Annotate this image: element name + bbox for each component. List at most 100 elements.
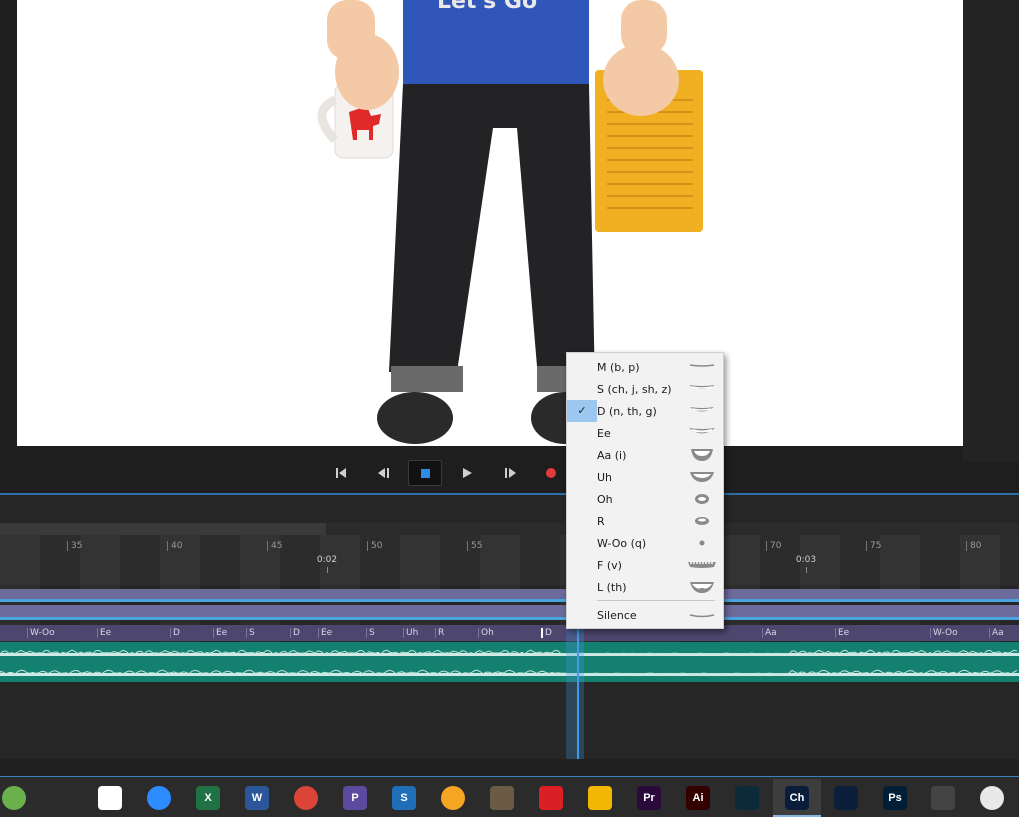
mouth-shape-icon: [685, 580, 719, 594]
frame-tick: 75: [866, 541, 881, 551]
android-studio-icon[interactable]: [2, 786, 26, 810]
viseme-bar[interactable]: D: [170, 628, 180, 638]
viseme-bar[interactable]: Ee: [97, 628, 111, 638]
track-divider: [0, 617, 1019, 620]
viseme-bar[interactable]: Ee: [213, 628, 227, 638]
frame-tick: 55: [467, 541, 482, 551]
play-button[interactable]: [453, 462, 481, 484]
timeline-panel[interactable]: 35 40 45 50 55 70 75 80 0:02 0:03 W-Oo E…: [0, 495, 1019, 776]
go-to-start-button[interactable]: [327, 462, 355, 484]
viseme-context-menu: M (b, p) S (ch, j, sh, z) ✓ D (n, th, g) Ee A…: [566, 352, 724, 629]
viseme-track[interactable]: W-Oo Ee D Ee S D Ee S Uh R Oh D Aa Ee W-…: [0, 625, 1019, 641]
viseme-bar[interactable]: S: [366, 628, 375, 638]
frame-tick: 80: [966, 541, 981, 551]
viseme-bar[interactable]: W-Oo: [27, 628, 55, 638]
scene-stage[interactable]: Let's Go: [17, 0, 963, 446]
cascadeur-icon[interactable]: [50, 786, 74, 810]
menu-item-viseme[interactable]: Ee: [567, 422, 723, 444]
seconds-tick: [327, 567, 328, 573]
checkmark-icon: ✓: [567, 400, 597, 422]
frame-tick: 40: [167, 541, 182, 551]
seconds-tick: [806, 567, 807, 573]
frame-tick: 45: [267, 541, 282, 551]
menu-item-label: M (b, p): [597, 360, 640, 374]
character-animator-icon[interactable]: Ch: [785, 786, 809, 810]
p-app-icon[interactable]: P: [343, 786, 367, 810]
seconds-label: 0:02: [316, 555, 338, 565]
mouth-shape-icon: [685, 404, 719, 418]
menu-item-viseme[interactable]: M (b, p): [567, 356, 723, 378]
menu-item-label: D (n, th, g): [597, 404, 657, 418]
viseme-bar[interactable]: Uh: [403, 628, 418, 638]
empty-track-area[interactable]: [0, 682, 1019, 759]
menu-item-label: S (ch, j, sh, z): [597, 382, 672, 396]
menu-item-viseme[interactable]: F (v): [567, 554, 723, 576]
slack-icon[interactable]: [98, 786, 122, 810]
skip-back-icon: [336, 468, 346, 478]
menu-item-viseme[interactable]: Uh: [567, 466, 723, 488]
step-forward-icon: [505, 468, 516, 478]
character-animator-window: Let's Go 35 40 45 50 55 70 75 80 0:02 0:…: [0, 0, 1019, 817]
grid-app-icon[interactable]: [588, 786, 612, 810]
puppet-track-bar[interactable]: [0, 589, 1019, 599]
mouth-shape-icon: [685, 470, 719, 484]
zoom-icon[interactable]: [147, 786, 171, 810]
viseme-bar[interactable]: Aa: [762, 628, 777, 638]
snagit-icon[interactable]: S: [392, 786, 416, 810]
viseme-bar[interactable]: Oh: [478, 628, 494, 638]
stop-button[interactable]: [408, 460, 442, 486]
menu-item-viseme[interactable]: ✓ D (n, th, g): [567, 400, 723, 422]
menu-separator: [597, 600, 715, 601]
menu-item-viseme[interactable]: L (th): [567, 576, 723, 598]
viseme-bar[interactable]: W-Oo: [930, 628, 958, 638]
creative-cloud-icon[interactable]: [539, 786, 563, 810]
menu-item-label: R: [597, 514, 605, 528]
work-area-range[interactable]: [0, 523, 326, 535]
character-animator-butterfly-icon[interactable]: [735, 786, 759, 810]
yellow-circle-icon[interactable]: [441, 786, 465, 810]
mouth-shape-icon: [685, 558, 719, 572]
viseme-bar[interactable]: Ee: [318, 628, 332, 638]
menu-item-viseme[interactable]: R: [567, 510, 723, 532]
chrome-icon[interactable]: [294, 786, 318, 810]
illustrator-icon[interactable]: Ai: [686, 786, 710, 810]
menu-item-label: Silence: [597, 608, 637, 622]
viseme-bar[interactable]: S: [246, 628, 255, 638]
stop-icon: [420, 468, 430, 478]
transport-controls: [0, 456, 1019, 492]
playhead[interactable]: [577, 625, 579, 759]
mouth-shape-icon: [685, 492, 719, 506]
viseme-bar[interactable]: R: [435, 628, 444, 638]
next-frame-button[interactable]: [496, 462, 524, 484]
play-icon: [463, 468, 472, 478]
word-icon[interactable]: W: [245, 786, 269, 810]
menu-item-viseme[interactable]: W-Oo (q): [567, 532, 723, 554]
previous-frame-button[interactable]: [370, 462, 398, 484]
record-icon: [546, 468, 556, 478]
photoshop-icon[interactable]: Ps: [883, 786, 907, 810]
menu-item-viseme[interactable]: S (ch, j, sh, z): [567, 378, 723, 400]
premiere-icon[interactable]: Pr: [637, 786, 661, 810]
menu-item-label: F (v): [597, 558, 622, 572]
excel-icon[interactable]: X: [196, 786, 220, 810]
viseme-bar[interactable]: D: [290, 628, 300, 638]
viseme-bar[interactable]: Ee: [835, 628, 849, 638]
gimp-icon[interactable]: [490, 786, 514, 810]
mouth-shape-icon: [685, 536, 719, 550]
timeline-scrollbar[interactable]: [0, 759, 1019, 776]
step-back-icon: [378, 468, 389, 478]
lip-sync-track-bar[interactable]: [0, 605, 1019, 617]
wifi-app-icon[interactable]: [931, 786, 955, 810]
waveform-graphic: [0, 649, 1019, 676]
current-frame-highlight: [566, 625, 584, 759]
record-button[interactable]: [537, 462, 565, 484]
menu-item-viseme[interactable]: Oh: [567, 488, 723, 510]
clock-icon[interactable]: [980, 786, 1004, 810]
menu-item-silence[interactable]: Silence: [567, 604, 723, 626]
mouth-shape-icon: [685, 448, 719, 462]
viseme-bar[interactable]: Aa: [989, 628, 1004, 638]
media-encoder-icon[interactable]: [834, 786, 858, 810]
menu-item-viseme[interactable]: Aa (i): [567, 444, 723, 466]
audio-waveform[interactable]: [0, 642, 1019, 682]
viseme-bar-selected[interactable]: D: [541, 628, 552, 638]
